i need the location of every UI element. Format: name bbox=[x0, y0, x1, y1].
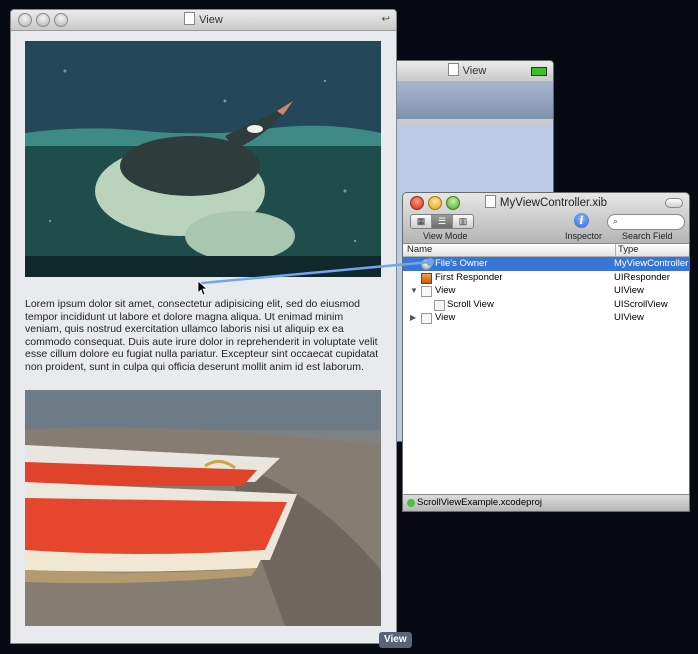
table-row-first-responder[interactable]: First Responder UIResponder bbox=[403, 271, 689, 285]
table-row-scroll-view[interactable]: Scroll View UIScrollView bbox=[403, 298, 689, 312]
xib-window-title-area[interactable]: MyViewController.xib bbox=[403, 195, 689, 209]
table-row-files-owner[interactable]: File's Owner MyViewController bbox=[403, 257, 689, 271]
row-name: View bbox=[435, 285, 456, 296]
window-controls bbox=[18, 13, 68, 27]
xib-window-title: MyViewController.xib bbox=[499, 197, 608, 209]
boats-image[interactable] bbox=[25, 390, 381, 626]
xib-toolbar: MyViewController.xib ▦ ☰ ▥ View Mode i I… bbox=[403, 193, 689, 244]
list-view-button[interactable]: ☰ bbox=[432, 215, 453, 228]
view-icon bbox=[421, 313, 432, 324]
inspector-label: Inspector bbox=[565, 231, 603, 241]
toolbar-toggle-button[interactable] bbox=[665, 198, 683, 208]
view-window: View ↩ Lorem ipsum dolor sit amet, conse… bbox=[10, 9, 397, 644]
view-icon bbox=[421, 286, 432, 297]
project-status-icon bbox=[407, 499, 415, 507]
disclosure-triangle-expanded-icon[interactable]: ▼ bbox=[410, 284, 418, 298]
penguin-image[interactable] bbox=[25, 41, 381, 277]
column-header-type[interactable]: Type bbox=[615, 244, 639, 256]
outline-header: Name Type bbox=[403, 244, 689, 257]
inspector-info-icon[interactable]: i bbox=[574, 213, 589, 228]
project-name: ScrollViewExample.xcodeproj bbox=[417, 497, 542, 508]
lorem-paragraph: Lorem ipsum dolor sit amet, consectetur … bbox=[25, 298, 379, 373]
row-type: UIResponder bbox=[614, 271, 670, 283]
view-mode-label: View Mode bbox=[423, 231, 468, 241]
table-row-view-2[interactable]: ▶ View UIView bbox=[403, 311, 689, 325]
column-view-button[interactable]: ▥ bbox=[453, 215, 473, 228]
table-row-view[interactable]: ▼ View UIView bbox=[403, 284, 689, 298]
files-owner-icon bbox=[421, 259, 432, 270]
view-window-title: View bbox=[199, 14, 223, 26]
row-type: MyViewController bbox=[614, 258, 689, 269]
project-status-bar: ScrollViewExample.xcodeproj bbox=[403, 494, 689, 511]
row-type: UIScrollView bbox=[614, 298, 668, 310]
close-button[interactable] bbox=[18, 13, 32, 27]
resize-arrow-icon[interactable]: ↩ bbox=[382, 14, 390, 26]
search-icon: ⌕ bbox=[613, 216, 619, 226]
background-window-titlebar[interactable]: View bbox=[381, 61, 553, 82]
view-window-titlebar[interactable]: View ↩ bbox=[11, 10, 396, 31]
disclosure-triangle-collapsed-icon[interactable]: ▶ bbox=[410, 311, 416, 325]
xib-document-window: MyViewController.xib ▦ ☰ ▥ View Mode i I… bbox=[402, 192, 690, 512]
row-name: File's Owner bbox=[435, 258, 488, 269]
search-field-label: Search Field bbox=[622, 231, 673, 241]
outline-rows: File's Owner MyViewController First Resp… bbox=[403, 257, 689, 325]
document-icon bbox=[447, 63, 459, 76]
zoom-button[interactable] bbox=[54, 13, 68, 27]
view-mode-segmented-control: ▦ ☰ ▥ bbox=[410, 214, 474, 229]
icon-view-button[interactable]: ▦ bbox=[411, 215, 432, 228]
row-type: UIView bbox=[614, 285, 644, 296]
background-window-title: View bbox=[462, 65, 487, 77]
column-header-name[interactable]: Name bbox=[407, 244, 432, 256]
row-name: View bbox=[435, 312, 456, 323]
first-responder-cube-icon bbox=[421, 272, 432, 284]
row-name: First Responder bbox=[435, 271, 503, 283]
minimize-button[interactable] bbox=[36, 13, 50, 27]
scroll-view-icon bbox=[434, 299, 445, 311]
view-label-tag: View bbox=[379, 632, 412, 648]
battery-icon bbox=[531, 67, 547, 76]
document-icon bbox=[184, 12, 196, 25]
row-type: UIView bbox=[614, 312, 644, 323]
navigation-bar bbox=[381, 81, 553, 119]
search-field[interactable]: ⌕ bbox=[607, 214, 685, 230]
row-name: Scroll View bbox=[447, 298, 494, 310]
xib-document-icon bbox=[484, 195, 496, 208]
